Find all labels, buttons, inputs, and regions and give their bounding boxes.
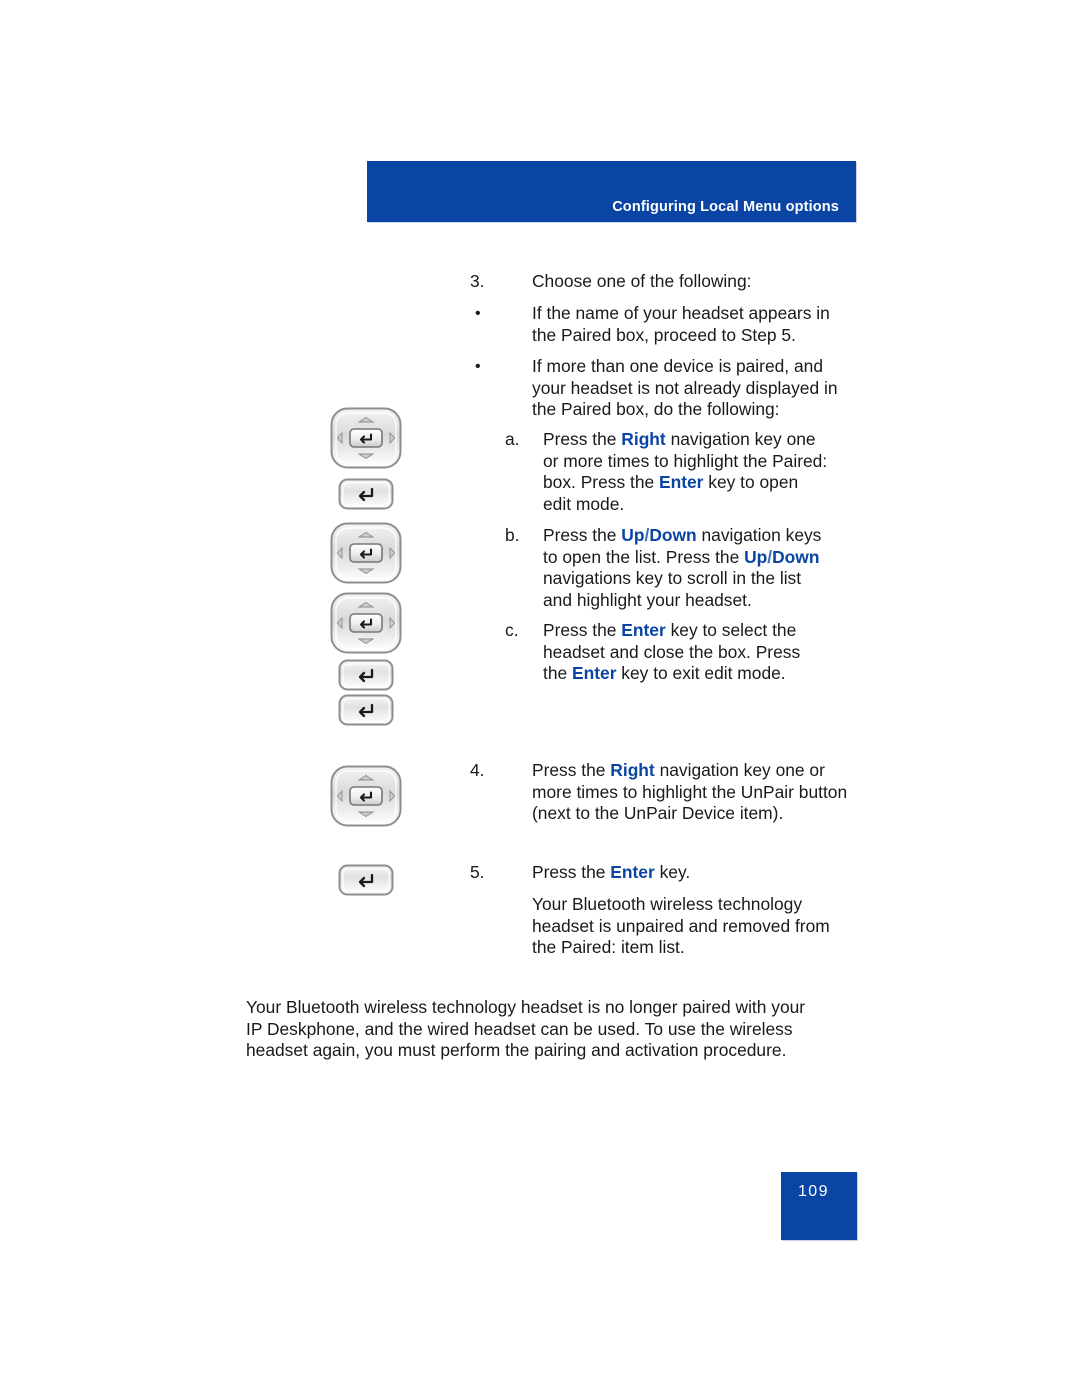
navigation-cluster-icon [330,592,402,654]
step-3: 3. Choose one of the following: [470,271,850,293]
enter-key-icon [338,478,394,510]
bullet-marker: • [475,358,481,375]
closing-paragraph-line-2: IP Deskphone, and the wired headset can … [246,1018,793,1039]
bullet-1-line-1: If the name of your headset appears in [532,303,830,323]
page-number-box: 109 [781,1172,857,1240]
enter-key-icon [338,694,394,726]
bullet-item-1: • If the name of your headset appears in… [470,303,850,346]
step-4-body: Press the Right navigation key one or mo… [532,760,870,825]
substep-c-body: Press the Enter key to select the headse… [543,620,865,685]
text-fragment: navigation key one [665,429,816,449]
substep-a-line-4: edit mode. [543,493,625,514]
substep-c-letter: c. [505,620,519,640]
substep-b: b. Press the Up/Down navigation keys to … [505,525,870,611]
page-number: 109 [798,1183,829,1200]
text-fragment: key. [654,862,691,882]
step-4-line-3: (next to the UnPair Device item). [532,803,784,824]
navigation-cluster-icon [330,522,402,584]
closing-paragraph: Your Bluetooth wireless technology heads… [246,997,846,1062]
closing-paragraph-line-3: headset again, you must perform the pair… [246,1040,787,1061]
text-fragment: the [543,663,573,684]
text-fragment: to open the list. Press the [543,546,745,567]
step-3-number: 3. [470,271,485,291]
substep-a-line-2: or more times to highlight the Paired: [543,450,828,471]
header-title: Configuring Local Menu options [612,199,839,215]
step-4: 4. Press the Right navigation key one or… [470,760,870,825]
step-5-line-1: Press the Enter key. [532,862,850,884]
text-fragment: Press the [543,429,622,449]
substep-a: a. Press the Right navigation key one or… [505,429,865,515]
key-up-label: Up [621,525,645,545]
text-fragment: key to exit edit mode. [616,663,786,684]
substep-c-line-3: the Enter key to exit edit mode. [543,663,865,685]
step-5: 5. Press the Enter key. [470,862,850,884]
text-fragment: key to select the [665,620,797,640]
step-5-number: 5. [470,862,485,882]
key-down-label: Down [772,546,820,567]
substep-c: c. Press the Enter key to select the hea… [505,620,865,685]
step-4-number: 4. [470,760,485,780]
step-4-line-1: Press the Right navigation key one or [532,760,870,782]
key-enter-label: Enter [572,663,617,684]
key-enter-label: Enter [659,472,704,493]
substep-b-line-3: navigations key to scroll in the list [543,568,802,589]
bullet-marker: • [475,305,481,322]
key-down-label: Down [649,525,697,545]
step-5-desc-line-1: Your Bluetooth wireless technology [532,894,803,914]
substep-b-body: Press the Up/Down navigation keys to ope… [543,525,870,611]
text-fragment: Press the [532,862,611,882]
enter-key-icon [338,659,394,691]
substep-a-line-3: box. Press the Enter key to open [543,472,865,494]
key-enter-label: Enter [610,862,655,882]
step-5-desc-line-3: the Paired: item list. [532,937,685,958]
text-fragment: Press the [532,760,611,780]
substep-c-line-1: Press the Enter key to select the [543,620,865,642]
substep-a-letter: a. [505,429,520,449]
enter-key-icon [338,864,394,896]
substep-b-line-1: Press the Up/Down navigation keys [543,525,870,547]
key-right-label: Right [610,760,655,780]
page-header-banner: Configuring Local Menu options [367,161,856,222]
text-fragment: navigation keys [696,525,822,545]
bullet-1-body: If the name of your headset appears in t… [532,303,850,346]
bullet-2-line-2: your headset is not already displayed in [532,377,838,398]
substep-c-line-2: headset and close the box. Press [543,641,801,662]
substep-b-letter: b. [505,525,520,545]
key-enter-label: Enter [621,620,666,640]
step-4-line-2: more times to highlight the UnPair butto… [532,781,848,802]
substep-b-line-2: to open the list. Press the Up/Down [543,547,870,569]
navigation-cluster-icon [330,765,402,827]
bullet-1-line-2: the Paired box, proceed to Step 5. [532,324,796,345]
page-content: Configuring Local Menu options 3. Choose… [0,0,1080,1397]
text-fragment: navigation key one or [654,760,825,780]
text-fragment: Press the [543,620,622,640]
step-5-description-body: Your Bluetooth wireless technology heads… [532,894,850,959]
text-fragment: Press the [543,525,622,545]
text-fragment: box. Press the [543,472,659,493]
step-5-description: Your Bluetooth wireless technology heads… [470,894,850,959]
text-fragment: key to open [703,472,799,493]
closing-paragraph-line-1: Your Bluetooth wireless technology heads… [246,997,806,1017]
key-right-label: Right [621,429,666,449]
bullet-2-line-1: If more than one device is paired, and [532,356,823,376]
bullet-item-2: • If more than one device is paired, and… [470,356,860,421]
key-up-label: Up [744,546,768,567]
substep-b-line-4: and highlight your headset. [543,589,752,610]
step-5-body: Press the Enter key. [532,862,850,884]
step-3-text: Choose one of the following: [532,271,752,291]
navigation-cluster-icon [330,407,402,469]
bullet-2-body: If more than one device is paired, and y… [532,356,860,421]
substep-a-body: Press the Right navigation key one or mo… [543,429,865,515]
step-5-desc-line-2: headset is unpaired and removed from [532,915,830,936]
substep-a-line-1: Press the Right navigation key one [543,429,865,451]
bullet-2-line-3: the Paired box, do the following: [532,399,780,420]
